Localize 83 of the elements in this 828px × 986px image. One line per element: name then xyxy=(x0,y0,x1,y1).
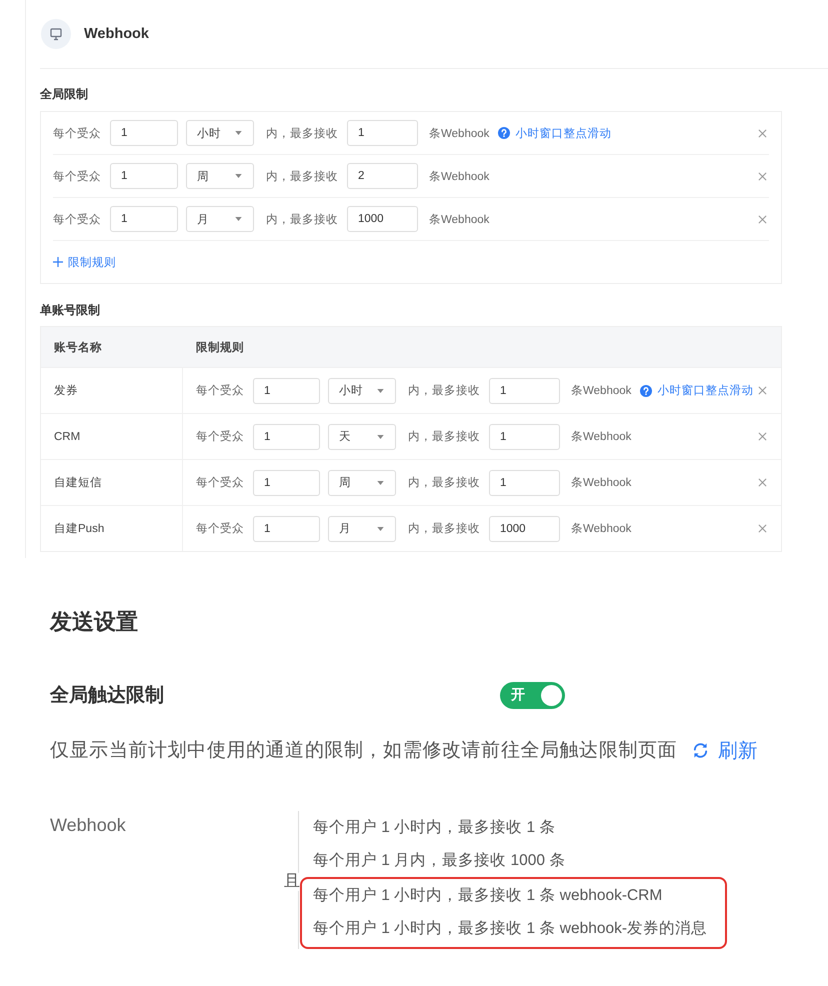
count-field[interactable]: 1 xyxy=(110,206,178,232)
max-field[interactable]: 1000 xyxy=(489,516,560,542)
help-icon xyxy=(498,127,510,139)
add-rule-link[interactable]: 限制规则 xyxy=(53,254,116,270)
rule-label: 每个受众 xyxy=(196,521,244,536)
rule-label: 内，最多接收 xyxy=(266,212,338,226)
plus-icon xyxy=(53,257,63,267)
unit-dropdown[interactable]: 月 xyxy=(186,206,254,232)
rule-label: 每个受众 xyxy=(53,169,101,184)
rule-label: 内，最多接收 xyxy=(408,384,480,398)
max-field[interactable]: 1 xyxy=(489,470,560,496)
max-field[interactable]: 2 xyxy=(347,163,418,189)
close-icon[interactable] xyxy=(758,524,767,533)
close-icon[interactable] xyxy=(758,128,767,138)
close-icon[interactable] xyxy=(758,432,767,441)
joiner-label: 且 xyxy=(284,872,300,891)
hint-link[interactable]: 小时窗口整点滑动 xyxy=(657,383,754,398)
rule-label: 条Webhook xyxy=(571,430,632,444)
rule-label: 条Webhook xyxy=(429,212,490,226)
notice-text: 仅显示当前计划中使用的通道的限制，如需修改请前往全局触达限制页面 xyxy=(50,739,678,763)
max-field[interactable]: 1 xyxy=(489,378,560,404)
limit-rule: 每个用户 1 小时内，最多接收 1 条 webhook-CRM xyxy=(313,886,664,906)
caret-icon xyxy=(235,217,242,221)
section-title: 单账号限制 xyxy=(40,302,101,319)
channel-name: Webhook xyxy=(50,814,127,837)
close-icon[interactable] xyxy=(758,172,767,180)
column-header: 限制规则 xyxy=(196,342,244,354)
rule-label: 条Webhook xyxy=(571,384,632,398)
count-field[interactable]: 1 xyxy=(253,470,320,496)
panel-title: Webhook xyxy=(84,26,149,42)
rule-label: 内，最多接收 xyxy=(408,522,480,536)
account-name: 自建Push xyxy=(54,522,104,536)
limit-rule: 每个用户 1 小时内，最多接收 1 条 webhook-发券的消息 xyxy=(313,919,707,939)
max-field[interactable]: 1 xyxy=(489,424,560,450)
unit-dropdown[interactable]: 小时 xyxy=(328,378,396,404)
caret-icon xyxy=(235,131,242,135)
caret-icon xyxy=(377,480,384,484)
column-header: 账号名称 xyxy=(54,342,102,354)
rule-label: 条Webhook xyxy=(429,126,490,140)
unit-dropdown[interactable]: 周 xyxy=(186,163,254,189)
close-icon[interactable] xyxy=(758,478,767,487)
account-name: 发券 xyxy=(54,384,78,398)
caret-icon xyxy=(235,174,242,178)
rule-label: 每个受众 xyxy=(196,383,244,398)
unit-dropdown[interactable]: 月 xyxy=(328,516,396,542)
rule-label: 条Webhook xyxy=(429,170,490,184)
refresh-icon xyxy=(692,742,710,758)
caret-icon xyxy=(377,434,384,438)
monitor-icon xyxy=(41,19,71,49)
limit-rule: 每个用户 1 月内，最多接收 1000 条 xyxy=(313,851,566,871)
count-field[interactable]: 1 xyxy=(110,120,178,146)
close-icon[interactable] xyxy=(758,386,767,395)
refresh-link[interactable]: 刷新 xyxy=(692,736,758,764)
limit-rule: 每个用户 1 小时内，最多接收 1 条 xyxy=(313,818,556,838)
close-icon[interactable] xyxy=(758,214,767,224)
rule-label: 每个受众 xyxy=(196,475,244,490)
rule-label: 条Webhook xyxy=(571,476,632,490)
caret-icon xyxy=(377,388,384,392)
hint-link[interactable]: 小时窗口整点滑动 xyxy=(515,126,612,140)
unit-dropdown[interactable]: 小时 xyxy=(186,120,254,146)
unit-dropdown[interactable]: 天 xyxy=(328,424,396,450)
rule-label: 内，最多接收 xyxy=(266,170,338,184)
rule-label: 内，最多接收 xyxy=(408,430,480,444)
account-name: CRM xyxy=(54,430,80,442)
section-title: 全局限制 xyxy=(40,86,89,103)
settings-title: 发送设置 xyxy=(50,608,139,636)
caret-icon xyxy=(377,526,384,530)
max-field[interactable]: 1000 xyxy=(347,206,418,232)
setting-label: 全局触达限制 xyxy=(50,684,165,708)
rule-label: 内，最多接收 xyxy=(408,476,480,490)
unit-dropdown[interactable]: 周 xyxy=(328,470,396,496)
count-field[interactable]: 1 xyxy=(110,163,178,189)
rule-label: 每个受众 xyxy=(53,126,101,140)
help-icon xyxy=(640,384,652,396)
max-field[interactable]: 1 xyxy=(347,120,418,146)
rule-label: 每个受众 xyxy=(53,212,101,226)
count-field[interactable]: 1 xyxy=(253,378,320,404)
count-field[interactable]: 1 xyxy=(253,516,320,542)
count-field[interactable]: 1 xyxy=(253,424,320,450)
rule-label: 条Webhook xyxy=(571,522,632,536)
rule-label: 每个受众 xyxy=(196,429,244,444)
rule-label: 内，最多接收 xyxy=(266,126,338,140)
account-name: 自建短信 xyxy=(54,476,102,490)
